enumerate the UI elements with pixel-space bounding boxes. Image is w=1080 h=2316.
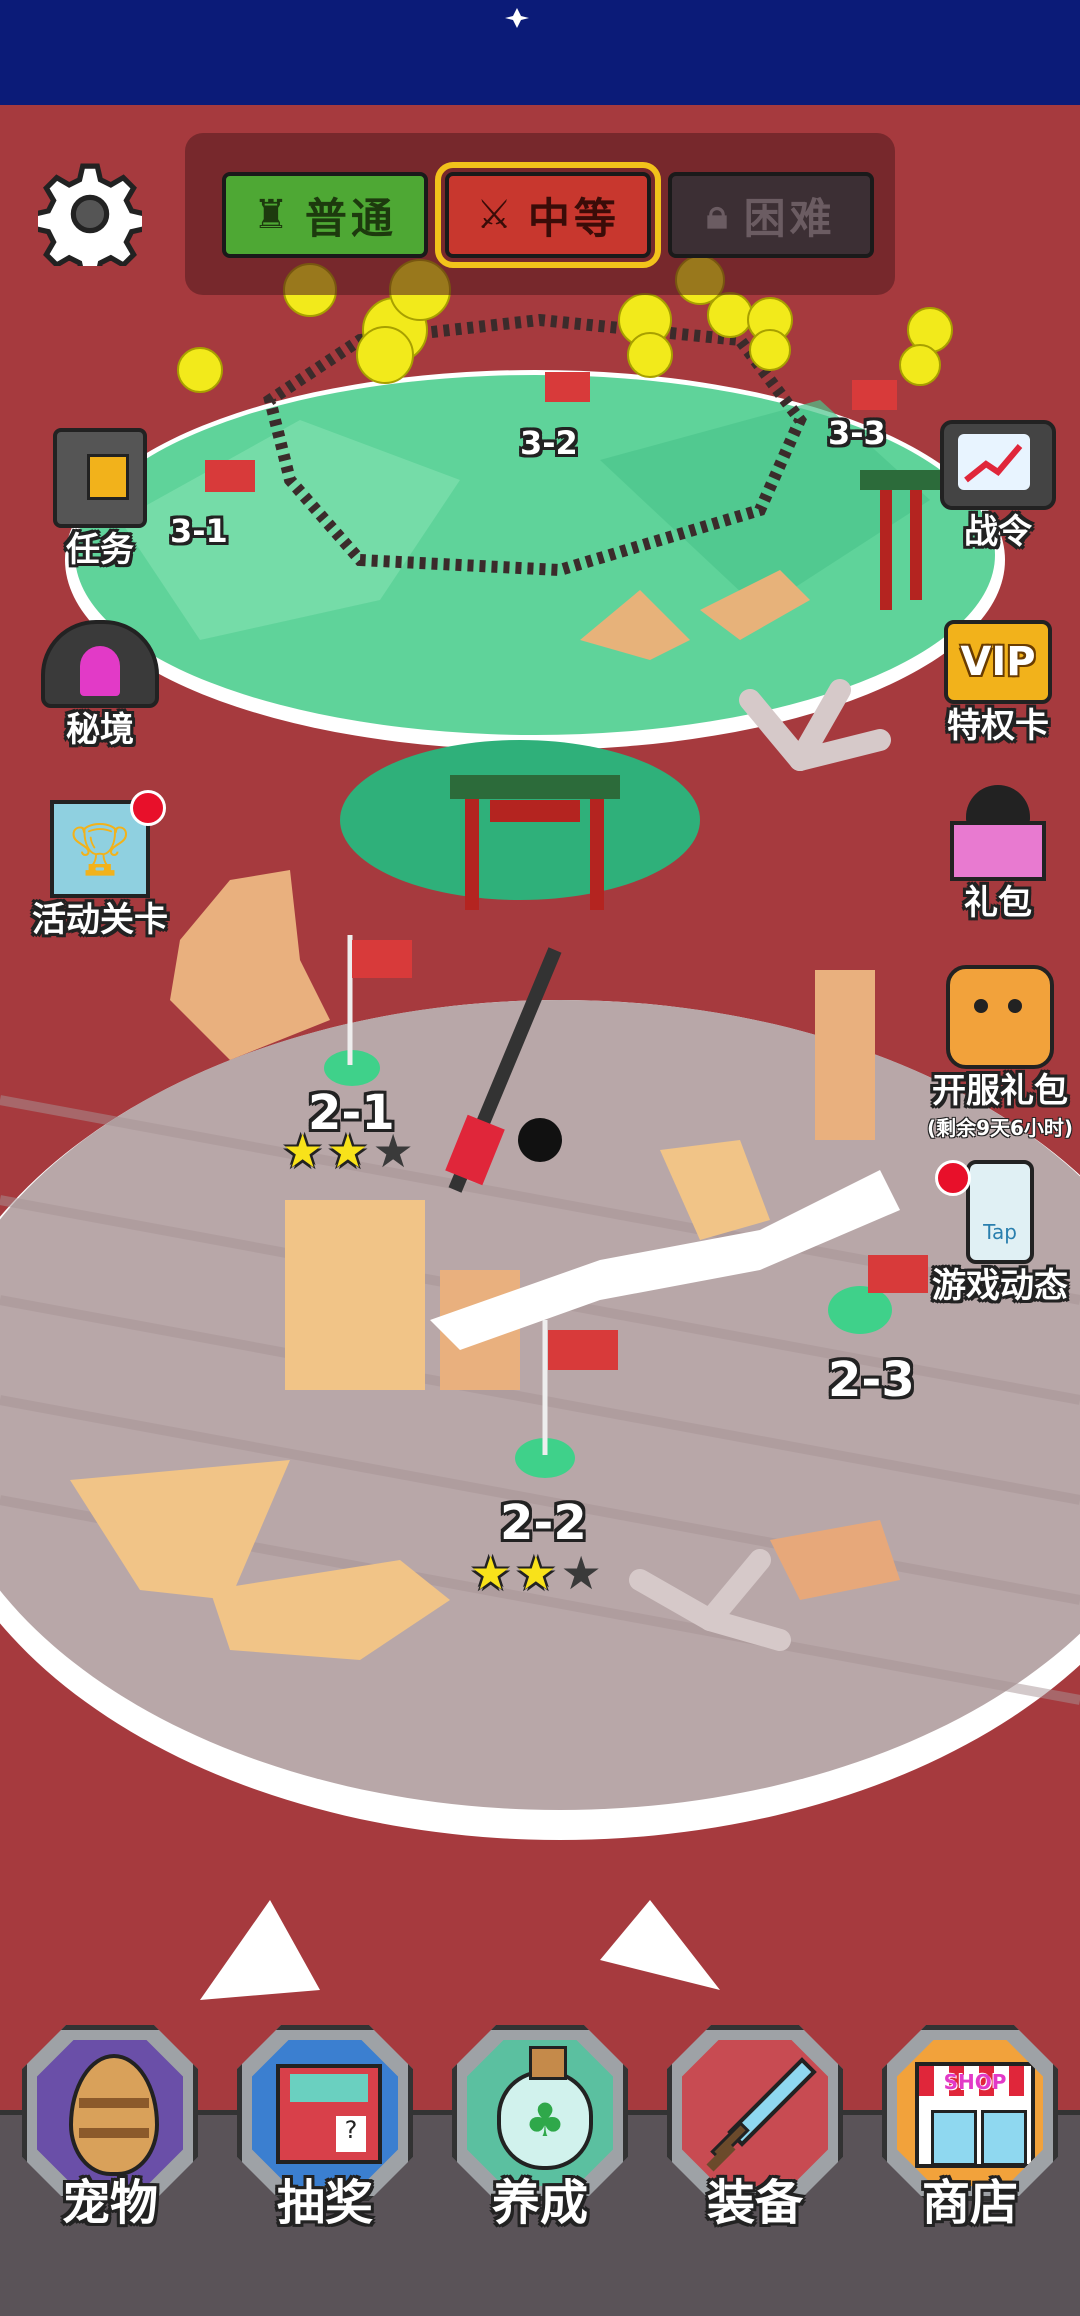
event-stage-label: 活动关卡 — [32, 900, 168, 940]
launch-gift-button[interactable]: 开服礼包 (剩余9天6小时) — [915, 965, 1080, 1141]
nav-lottery-label: 抽奖 — [276, 2175, 373, 2231]
level-2-3[interactable]: 2-3 — [828, 1352, 915, 1408]
tasks-button[interactable]: 任务 — [20, 428, 180, 571]
nav-shop-label: 商店 — [921, 2175, 1018, 2231]
level-3-3[interactable]: 3-3 — [828, 414, 886, 452]
vip-card-icon: VIP — [944, 620, 1052, 704]
phone-screen-text: Tap — [983, 1220, 1017, 1244]
gift-box-icon — [950, 785, 1046, 881]
difficulty-normal-label: 普通 — [304, 193, 397, 243]
tasks-label: 任务 — [66, 530, 134, 570]
settings-gear-icon[interactable] — [32, 162, 148, 279]
nav-equipment-label: 装备 — [706, 2175, 803, 2231]
tower-icon: ♜ — [253, 192, 293, 238]
gift-pack-label: 礼包 — [964, 883, 1032, 923]
level-2-2[interactable]: 2-2 — [500, 1495, 587, 1551]
tv-chart-icon — [940, 420, 1056, 510]
egg-icon — [69, 2054, 159, 2176]
book-icon — [53, 428, 147, 528]
difficulty-medium-label: 中等 — [527, 193, 620, 243]
vip-card-button[interactable]: VIP 特权卡 — [918, 620, 1078, 747]
event-stage-button[interactable]: 🏆︎ 活动关卡 — [20, 790, 180, 941]
crossed-swords-icon: ⚔ — [476, 192, 516, 238]
level-3-2[interactable]: 3-2 — [520, 424, 578, 462]
star-filled-icon: ★ — [515, 1546, 557, 1600]
nav-cultivate-label: 养成 — [491, 2175, 588, 2231]
vip-badge-text: VIP — [960, 639, 1036, 685]
star-filled-icon: ★ — [470, 1546, 512, 1600]
game-scene — [0, 0, 1080, 2125]
star-filled-icon: ★ — [282, 1124, 324, 1178]
launch-gift-character-icon — [946, 965, 1054, 1069]
vip-card-label: 特权卡 — [947, 706, 1049, 746]
difficulty-hard-label: 困难 — [743, 193, 836, 243]
nav-equipment[interactable]: 装备 — [665, 2025, 845, 2231]
difficulty-medium-tab[interactable]: ⚔ 中等 — [435, 162, 661, 268]
nav-shop[interactable]: SHOP 商店 — [880, 2025, 1060, 2231]
nav-pet[interactable]: 宠物 — [20, 2025, 200, 2231]
secret-realm-label: 秘境 — [66, 710, 134, 750]
gift-pack-button[interactable]: 礼包 — [918, 785, 1078, 924]
shop-sign-text: SHOP — [943, 2070, 1007, 2094]
difficulty-normal-tab[interactable]: ♜ 普通 — [222, 172, 428, 258]
cave-portal-icon — [41, 620, 159, 708]
mystery-box-icon: ? — [276, 2064, 382, 2164]
star-filled-icon: ★ — [327, 1124, 369, 1178]
game-news-button[interactable]: Tap 游戏动态 — [915, 1160, 1080, 1307]
clover-bottle-icon: ♣ — [497, 2070, 593, 2170]
star-empty-icon: ★ — [372, 1124, 414, 1178]
level-2-2-stars: ★ ★ ★ — [470, 1550, 602, 1596]
launch-gift-label: 开服礼包 — [932, 1071, 1068, 1111]
difficulty-hard-tab[interactable]: 🔒︎ 困难 — [668, 172, 874, 258]
notification-dot — [935, 1160, 971, 1196]
nav-cultivate[interactable]: ♣ 养成 — [450, 2025, 630, 2231]
shop-storefront-icon: SHOP — [915, 2062, 1035, 2168]
launch-gift-timer: (剩余9天6小时) — [926, 1116, 1074, 1140]
battle-pass-button[interactable]: 战令 — [918, 420, 1078, 553]
nav-pet-label: 宠物 — [61, 2175, 158, 2231]
lock-icon: 🔒︎ — [706, 192, 732, 238]
star-empty-icon: ★ — [560, 1546, 602, 1600]
level-2-1-stars: ★ ★ ★ — [282, 1128, 414, 1174]
secret-realm-button[interactable]: 秘境 — [20, 620, 180, 751]
game-news-label: 游戏动态 — [932, 1266, 1068, 1306]
phone-icon: Tap — [966, 1160, 1034, 1264]
nav-lottery[interactable]: ? 抽奖 — [235, 2025, 415, 2231]
notification-dot — [130, 790, 166, 826]
battle-pass-label: 战令 — [964, 512, 1032, 552]
